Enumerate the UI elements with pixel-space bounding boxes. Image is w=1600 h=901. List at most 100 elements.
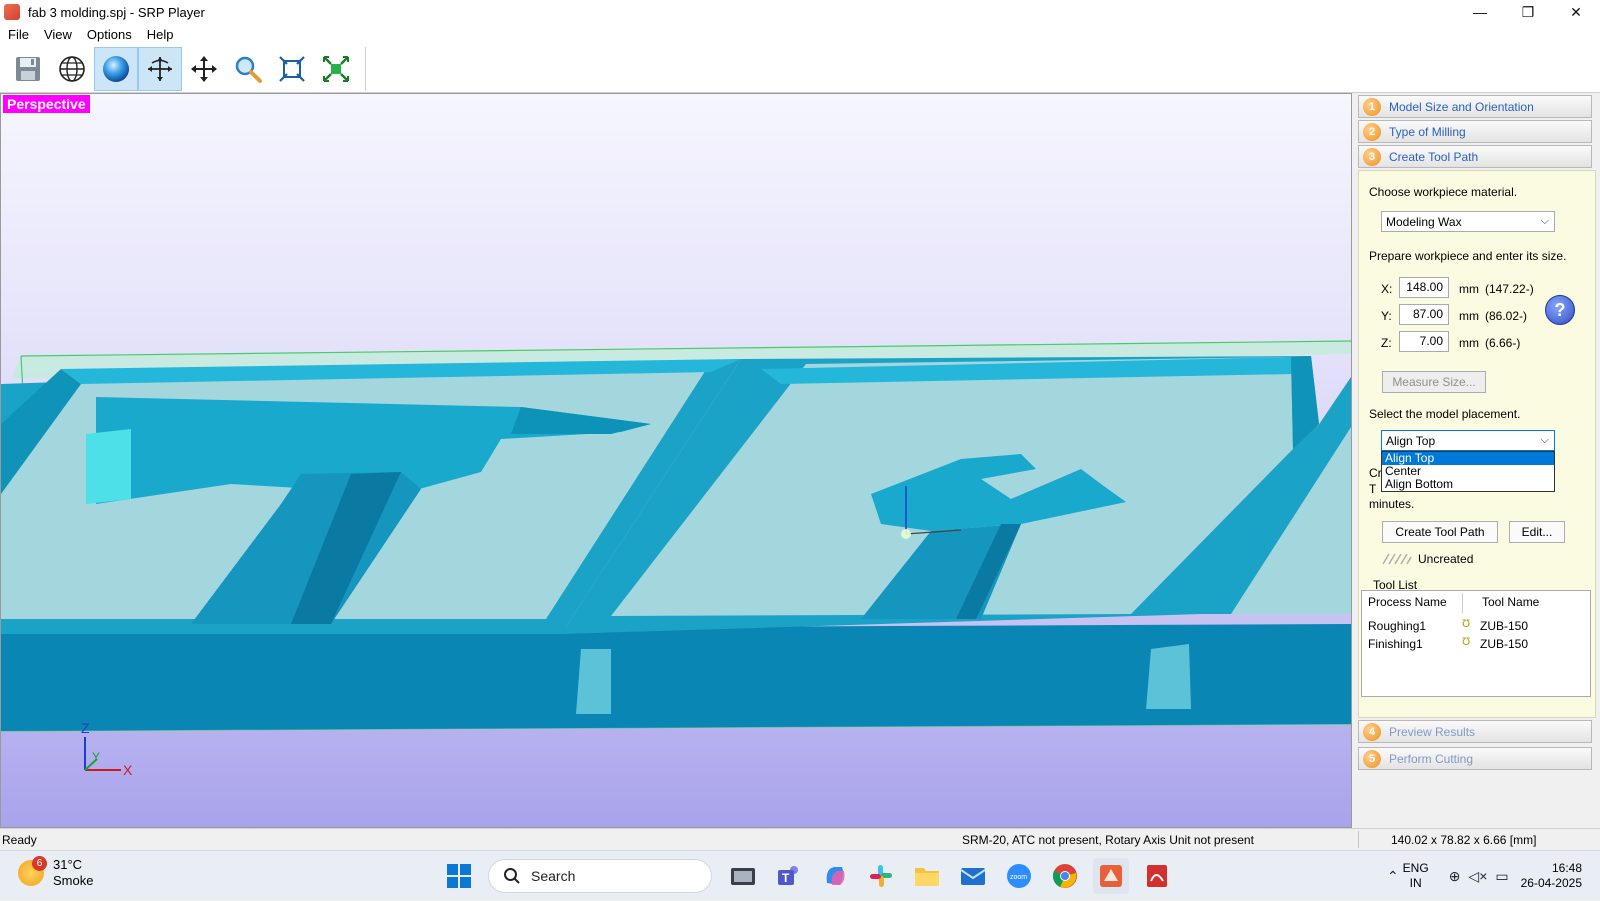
- tool-list: Process Name Tool Name Roughing1 Ʊ ZUB-1…: [1361, 590, 1591, 697]
- step-create-tool-path[interactable]: 3 Create Tool Path: [1358, 145, 1592, 168]
- temperature: 31°C: [53, 857, 83, 872]
- step-type-of-milling[interactable]: 2 Type of Milling: [1358, 120, 1592, 143]
- chrome-button[interactable]: [1047, 858, 1083, 894]
- chevron-down-icon: ⌵: [1540, 215, 1549, 227]
- teams-icon: T: [778, 866, 798, 885]
- pdf-icon: [1147, 865, 1167, 887]
- z-size-input[interactable]: 7.00: [1399, 331, 1449, 352]
- zoom-app-button[interactable]: zoom: [1001, 858, 1037, 894]
- step-label: Type of Milling: [1389, 124, 1466, 139]
- minimize-button[interactable]: —: [1456, 0, 1504, 24]
- measure-size-button[interactable]: Measure Size...: [1382, 371, 1486, 393]
- taskbar-search[interactable]: Search: [488, 859, 712, 893]
- menu-options[interactable]: Options: [80, 27, 139, 42]
- z-model-size: (6.66-): [1485, 336, 1521, 350]
- language-code: ENG: [1402, 861, 1429, 875]
- task-view-button[interactable]: [725, 858, 761, 894]
- rotate-button[interactable]: [138, 47, 182, 91]
- material-value: Modeling Wax: [1386, 214, 1462, 229]
- size-prompt: Prepare workpiece and enter its size.: [1369, 249, 1567, 263]
- start-button[interactable]: [441, 858, 477, 894]
- wizard-panel: 1 Model Size and Orientation 2 Type of M…: [1358, 93, 1600, 828]
- zoom-extents-button[interactable]: [314, 47, 358, 91]
- view-mode-label: Perspective: [3, 95, 90, 113]
- pan-button[interactable]: [182, 47, 226, 91]
- chrome-icon: [1052, 864, 1077, 888]
- process-name: Roughing1: [1368, 619, 1427, 633]
- copilot-button[interactable]: [817, 858, 853, 894]
- file-explorer-button[interactable]: [909, 858, 945, 894]
- step-perform-cutting[interactable]: 5 Perform Cutting: [1358, 747, 1592, 770]
- z-unit: mm: [1459, 336, 1479, 350]
- 3d-viewport[interactable]: Z Y X Perspective: [0, 93, 1352, 828]
- taskbar: 6 31°C Smoke Search T zoom ⌃ ENG IN ⊕ ◁×…: [0, 850, 1600, 900]
- zoom-button[interactable]: [226, 47, 270, 91]
- table-row[interactable]: Finishing1: [1368, 637, 1423, 651]
- model-dimensions: 140.02 x 78.82 x 6.66 [mm]: [1391, 833, 1537, 847]
- time: 16:48: [1551, 861, 1582, 875]
- teams-button[interactable]: T: [771, 858, 807, 894]
- occluded-text: Cr: [1369, 466, 1382, 480]
- srp-player-button[interactable]: [1093, 858, 1129, 894]
- help-button[interactable]: ?: [1545, 295, 1575, 325]
- create-tool-path-button[interactable]: Create Tool Path: [1382, 521, 1498, 543]
- save-icon: [16, 57, 40, 81]
- step-model-size[interactable]: 1 Model Size and Orientation: [1358, 95, 1592, 118]
- weather-icon: 6: [18, 856, 47, 886]
- fit-icon: [279, 56, 305, 82]
- slack-button[interactable]: [863, 858, 899, 894]
- maximize-button[interactable]: ❐: [1504, 0, 1552, 24]
- network-icon[interactable]: ⊕: [1449, 868, 1461, 885]
- material-prompt: Choose workpiece material.: [1369, 185, 1518, 199]
- y-unit: mm: [1459, 309, 1479, 323]
- system-tray: ⌃ ENG IN ⊕ ◁× ▭ 16:48 26-04-2025: [1383, 851, 1600, 901]
- date: 26-04-2025: [1520, 876, 1582, 890]
- rotate-icon: [148, 57, 172, 81]
- axis-z-label: Z: [81, 720, 90, 736]
- fit-button[interactable]: [270, 47, 314, 91]
- edit-button[interactable]: Edit...: [1509, 521, 1565, 543]
- save-button[interactable]: [6, 47, 50, 91]
- menu-file[interactable]: File: [1, 27, 36, 42]
- search-icon: [504, 868, 520, 884]
- placement-select[interactable]: Align Top ⌵: [1381, 430, 1555, 451]
- step-preview-results[interactable]: 4 Preview Results: [1358, 720, 1592, 743]
- y-model-size: (86.02-): [1485, 309, 1528, 323]
- occluded-text: T: [1369, 482, 1377, 496]
- battery-icon[interactable]: ▭: [1495, 868, 1508, 885]
- table-row[interactable]: Roughing1: [1368, 619, 1426, 633]
- toolpath-status: Uncreated: [1418, 552, 1474, 566]
- x-size-input[interactable]: 148.00: [1399, 277, 1449, 298]
- windows-icon: [447, 864, 471, 888]
- z-label: Z:: [1381, 336, 1392, 350]
- menu-view[interactable]: View: [37, 27, 79, 42]
- mail-button[interactable]: [955, 858, 991, 894]
- notification-badge: 6: [32, 856, 47, 871]
- region-code: IN: [1409, 876, 1422, 890]
- search-label: Search: [531, 868, 576, 884]
- pdf-reader-button[interactable]: [1139, 858, 1175, 894]
- step-number-icon: 4: [1363, 722, 1381, 741]
- material-select[interactable]: Modeling Wax ⌵: [1381, 211, 1555, 232]
- step-number-icon: 1: [1363, 97, 1381, 116]
- wireframe-button[interactable]: [50, 47, 94, 91]
- option-align-bottom[interactable]: Align Bottom: [1382, 478, 1554, 491]
- shaded-sphere-icon: [103, 56, 129, 82]
- status-bar: Ready SRM-20, ATC not present, Rotary Ax…: [0, 828, 1600, 850]
- close-button[interactable]: ✕: [1552, 0, 1600, 24]
- placement-prompt: Select the model placement.: [1369, 407, 1521, 421]
- chevron-up-icon[interactable]: ⌃: [1387, 868, 1399, 885]
- svg-text:zoom: zoom: [1010, 874, 1027, 881]
- weather-widget[interactable]: 6 31°C Smoke: [18, 856, 93, 889]
- y-label: Y:: [1381, 309, 1392, 323]
- volume-icon[interactable]: ◁×: [1468, 868, 1487, 885]
- shaded-button[interactable]: [94, 47, 138, 91]
- axis-y-label: Y: [92, 750, 100, 764]
- tool-name: ZUB-150: [1480, 637, 1529, 651]
- x-model-size: (147.22-): [1485, 282, 1534, 296]
- clock[interactable]: 16:48 26-04-2025: [1521, 861, 1582, 891]
- language-indicator[interactable]: ENG IN: [1403, 861, 1429, 891]
- y-size-input[interactable]: 87.00: [1399, 304, 1449, 325]
- menu-help[interactable]: Help: [140, 27, 181, 42]
- column-tool-name: Tool Name: [1482, 595, 1540, 609]
